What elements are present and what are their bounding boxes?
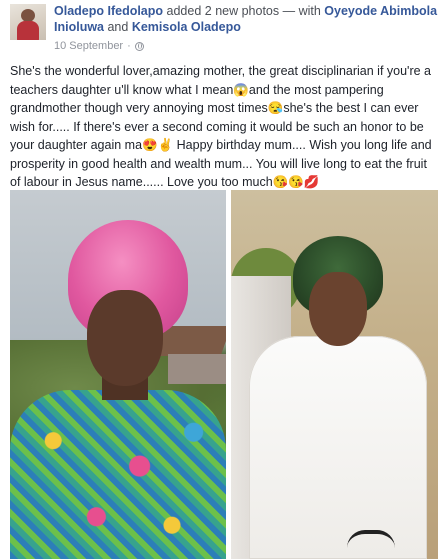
post-action-text: added 2 new photos xyxy=(166,4,280,18)
globe-icon[interactable] xyxy=(134,41,144,51)
author-avatar[interactable] xyxy=(10,4,46,40)
post-meta: 10 September · xyxy=(54,40,144,52)
author-name-link[interactable]: Oladepo Ifedolapo xyxy=(54,4,163,18)
avatar-body xyxy=(17,21,39,40)
photo-grid xyxy=(10,190,438,559)
photo-1-wall xyxy=(168,354,226,384)
photo-1-dress xyxy=(10,390,226,559)
post-headline: Oladepo Ifedolapo added 2 new photos — w… xyxy=(54,3,439,35)
photo-2-face xyxy=(309,272,367,346)
photo-2-white-dress xyxy=(249,336,427,559)
post-header: Oladepo Ifedolapo added 2 new photos — w… xyxy=(0,0,447,55)
meta-separator: · xyxy=(127,40,131,52)
post-date-link[interactable]: 10 September xyxy=(54,40,123,52)
photo-1[interactable] xyxy=(10,190,226,559)
post-message: She's the wonderful lover,amazing mother… xyxy=(10,64,432,189)
photo-1-face xyxy=(87,290,163,386)
photo-2-handbag xyxy=(347,530,395,559)
photo-2[interactable] xyxy=(231,190,438,559)
tagged-person-link-2[interactable]: Kemisola Oladepo xyxy=(132,20,241,34)
with-text: — with xyxy=(282,4,321,18)
and-text: and xyxy=(107,20,129,34)
